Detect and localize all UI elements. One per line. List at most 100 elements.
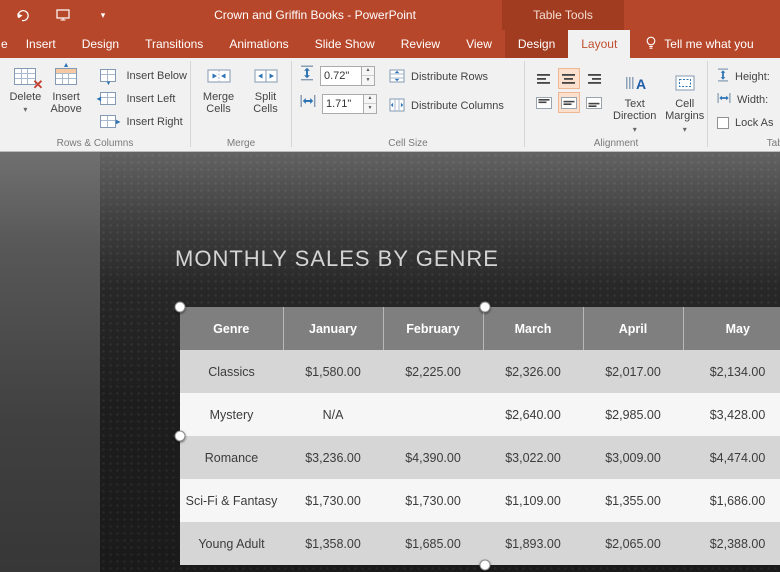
tell-me-box[interactable]: Tell me what you xyxy=(630,30,780,58)
table-cell[interactable]: $2,065.00 xyxy=(583,522,683,565)
table-cell[interactable]: $1,686.00 xyxy=(683,479,780,522)
redo-icon[interactable] xyxy=(14,6,32,24)
start-from-beginning-icon[interactable] xyxy=(54,6,72,24)
table-cell[interactable]: $1,109.00 xyxy=(483,479,583,522)
table-cell[interactable]: $1,580.00 xyxy=(283,350,383,393)
spin-up-icon[interactable] xyxy=(362,67,374,76)
cell-width-field xyxy=(322,93,377,114)
table-cell[interactable]: Mystery xyxy=(180,393,283,436)
spin-down-icon[interactable] xyxy=(362,76,374,85)
table-cell[interactable]: $2,225.00 xyxy=(383,350,483,393)
table-width-row[interactable]: Width: xyxy=(717,90,780,109)
table-cell[interactable]: $3,022.00 xyxy=(483,436,583,479)
title-bar: ▾ Crown and Griffin Books - PowerPoint T… xyxy=(0,0,780,30)
group-table-size: Height: Width: Lock As Tabl xyxy=(708,58,780,151)
tab-view[interactable]: View xyxy=(453,30,505,58)
header-cell-april[interactable]: April xyxy=(583,307,684,350)
tab-review[interactable]: Review xyxy=(388,30,453,58)
tab-slide-show[interactable]: Slide Show xyxy=(302,30,388,58)
table-cell[interactable]: Romance xyxy=(180,436,283,479)
tab-insert[interactable]: Insert xyxy=(13,30,69,58)
header-cell-february[interactable]: February xyxy=(383,307,484,350)
table-height-row[interactable]: Height: xyxy=(717,67,780,86)
align-bottom-button[interactable] xyxy=(583,92,605,113)
tab-design[interactable]: Design xyxy=(69,30,132,58)
customize-qat-chevron-icon[interactable]: ▾ xyxy=(94,6,112,24)
align-center-button[interactable] xyxy=(558,68,580,89)
align-top-button[interactable] xyxy=(533,92,555,113)
table-cell[interactable]: $4,474.00 xyxy=(683,436,780,479)
table-cell[interactable]: $2,388.00 xyxy=(683,522,780,565)
table-cell[interactable]: $1,893.00 xyxy=(483,522,583,565)
table-cell[interactable]: $3,428.00 xyxy=(683,393,780,436)
table-cell[interactable]: Young Adult xyxy=(180,522,283,565)
group-merge: Merge Cells Split Cells Merge xyxy=(191,58,291,151)
cell-height-field xyxy=(320,65,375,86)
text-direction-button[interactable]: A Text Direction xyxy=(613,65,656,136)
distribute-rows-button[interactable]: Distribute Rows xyxy=(389,67,504,87)
table-cell[interactable]: $4,390.00 xyxy=(383,436,483,479)
table-cell[interactable]: $2,134.00 xyxy=(683,350,780,393)
table-cell[interactable]: $1,730.00 xyxy=(283,479,383,522)
row-height-icon xyxy=(300,65,314,86)
powerpoint-window: ▾ Crown and Griffin Books - PowerPoint T… xyxy=(0,0,780,572)
selection-handle-top-left[interactable] xyxy=(174,301,186,313)
cell-margins-button[interactable]: Cell Margins xyxy=(664,65,705,136)
slide-title[interactable]: MONTHLY SALES BY GENRE xyxy=(175,246,499,272)
header-cell-may[interactable]: May xyxy=(683,307,780,350)
slide-canvas[interactable]: MONTHLY SALES BY GENRE Genre January Feb… xyxy=(100,152,780,572)
delete-button[interactable]: Delete xyxy=(5,58,46,133)
ribbon-layout-tab: Delete Insert Above Insert Below Insert … xyxy=(0,58,780,152)
text-direction-icon: A xyxy=(624,71,646,95)
insert-right-button[interactable]: Insert Right xyxy=(93,110,190,133)
split-cells-button[interactable]: Split Cells xyxy=(242,58,289,115)
table-cell[interactable] xyxy=(383,393,483,436)
table-cell[interactable]: $1,730.00 xyxy=(383,479,483,522)
lock-aspect-checkbox[interactable] xyxy=(717,116,729,129)
selection-handle-middle-left[interactable] xyxy=(174,430,186,442)
cell-width-input[interactable] xyxy=(322,93,364,114)
align-right-button[interactable] xyxy=(583,68,605,89)
table-cell[interactable]: $2,017.00 xyxy=(583,350,683,393)
insert-left-icon xyxy=(96,90,120,107)
header-cell-january[interactable]: January xyxy=(283,307,384,350)
table-cell[interactable]: $3,236.00 xyxy=(283,436,383,479)
table-cell[interactable]: $2,326.00 xyxy=(483,350,583,393)
tab-transitions[interactable]: Transitions xyxy=(132,30,216,58)
selection-handle-top-center[interactable] xyxy=(479,301,491,313)
lock-aspect-ratio-row[interactable]: Lock As xyxy=(717,113,780,132)
insert-above-button[interactable]: Insert Above xyxy=(46,58,87,133)
header-cell-march[interactable]: March xyxy=(483,307,584,350)
window-title: Crown and Griffin Books - PowerPoint xyxy=(214,8,416,22)
table-cell[interactable]: Sci-Fi & Fantasy xyxy=(180,479,283,522)
insert-left-button[interactable]: Insert Left xyxy=(93,87,190,110)
insert-left-label: Insert Left xyxy=(126,92,176,105)
tab-table-design[interactable]: Design xyxy=(505,30,568,58)
merge-cells-button[interactable]: Merge Cells xyxy=(195,58,242,115)
table-row-classics: Classics $1,580.00 $2,225.00 $2,326.00 $… xyxy=(180,350,780,393)
tab-table-layout[interactable]: Layout xyxy=(568,30,631,58)
align-left-button[interactable] xyxy=(533,68,555,89)
table-cell[interactable]: $2,640.00 xyxy=(483,393,583,436)
table-height-icon xyxy=(717,68,729,85)
spin-down-icon[interactable] xyxy=(364,104,376,113)
sales-table[interactable]: Genre January February March April May C… xyxy=(180,307,780,565)
align-middle-button[interactable] xyxy=(558,92,580,113)
table-cell[interactable]: $2,985.00 xyxy=(583,393,683,436)
insert-below-button[interactable]: Insert Below xyxy=(93,64,190,87)
table-cell[interactable]: N/A xyxy=(283,393,383,436)
header-cell-genre[interactable]: Genre xyxy=(180,307,284,350)
table-cell[interactable]: Classics xyxy=(180,350,283,393)
split-cells-label: Split Cells xyxy=(253,91,278,115)
cell-height-input[interactable] xyxy=(320,65,362,86)
table-cell[interactable]: $1,358.00 xyxy=(283,522,383,565)
table-cell[interactable]: $1,685.00 xyxy=(383,522,483,565)
tab-file-partial[interactable]: e xyxy=(0,30,13,58)
selection-handle-bottom-center[interactable] xyxy=(479,559,491,571)
spin-up-icon[interactable] xyxy=(364,95,376,104)
table-cell[interactable]: $3,009.00 xyxy=(583,436,683,479)
distribute-columns-button[interactable]: Distribute Columns xyxy=(389,96,504,116)
table-row-young-adult: Young Adult $1,358.00 $1,685.00 $1,893.0… xyxy=(180,522,780,565)
tab-animations[interactable]: Animations xyxy=(216,30,301,58)
table-cell[interactable]: $1,355.00 xyxy=(583,479,683,522)
